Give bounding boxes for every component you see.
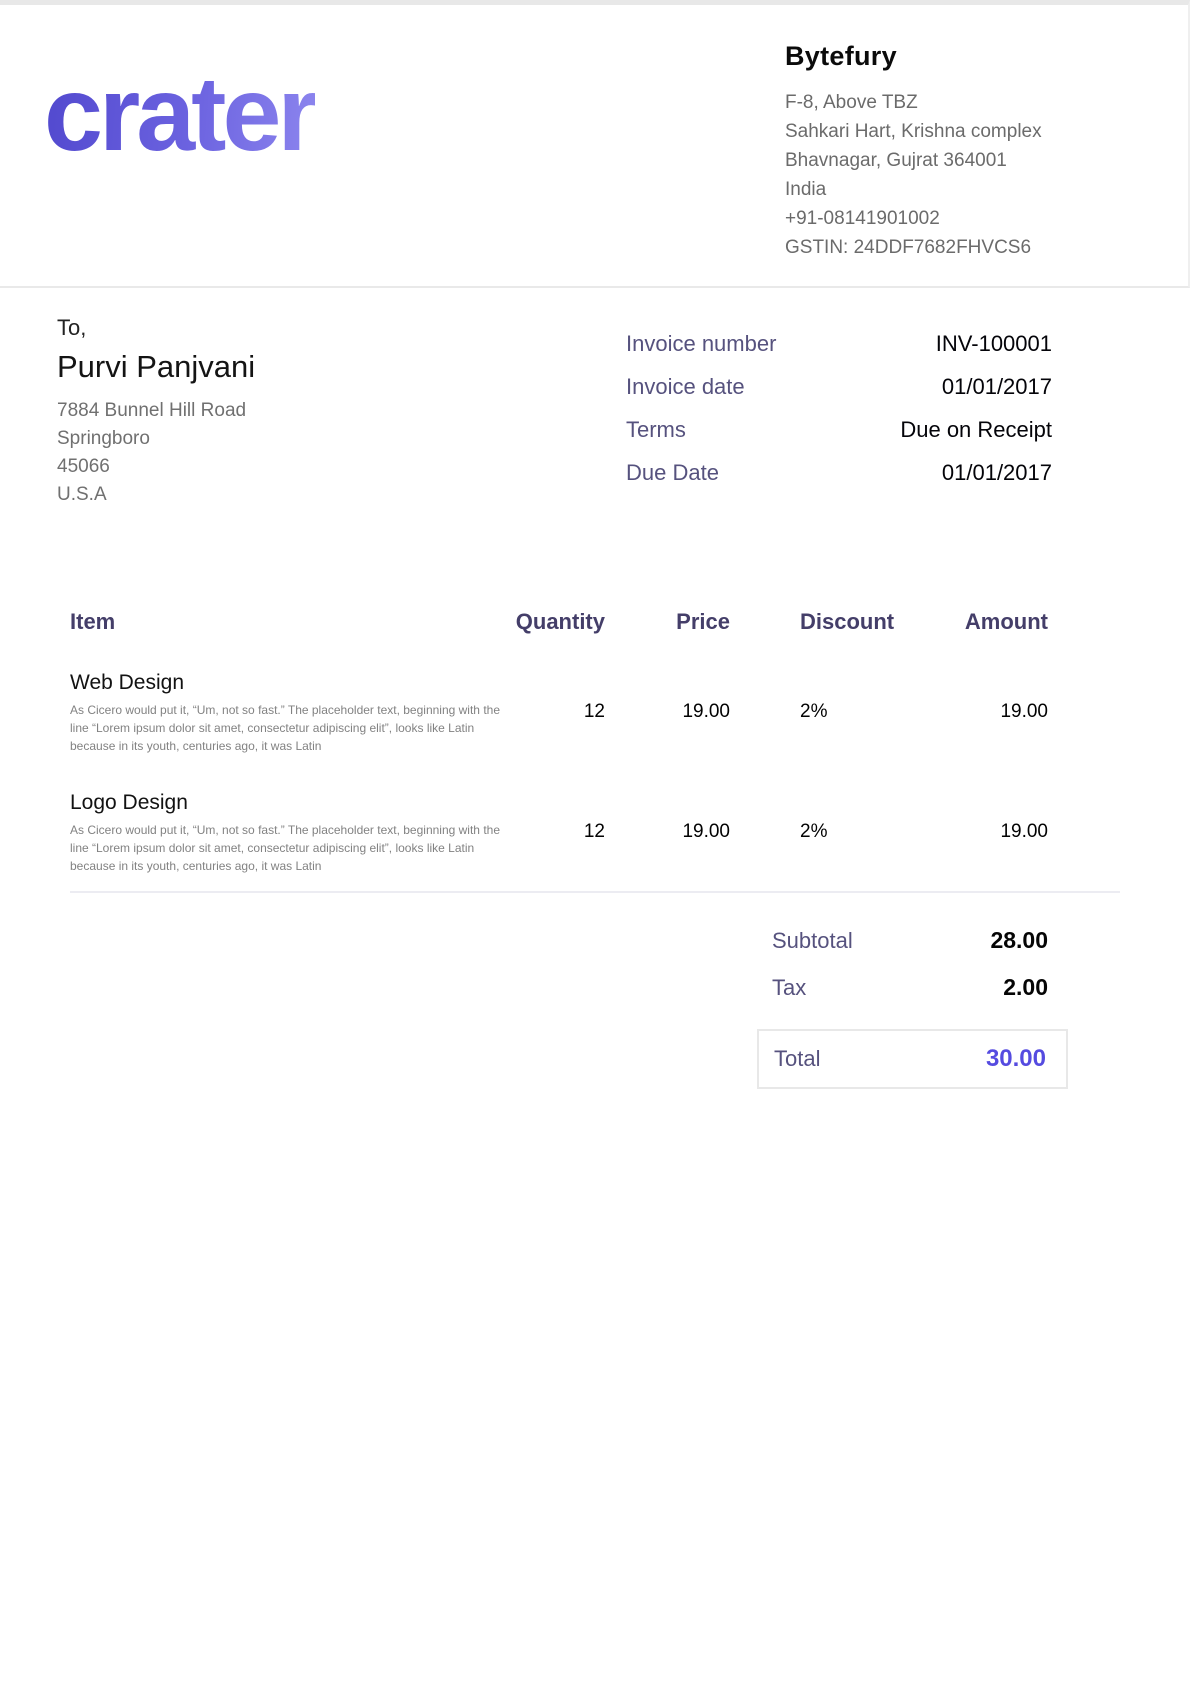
item-name: Web Design xyxy=(70,671,500,695)
company-phone: +91-08141901002 xyxy=(785,204,1125,233)
billing-section: To, Purvi Panjvani 7884 Bunnel Hill Road… xyxy=(0,288,1190,509)
item-cell: Logo Design As Cicero would put it, “Um,… xyxy=(70,791,500,875)
due-date-label: Due Date xyxy=(626,460,719,486)
terms-value: Due on Receipt xyxy=(900,417,1052,443)
invoice-header: crater Bytefury F-8, Above TBZ Sahkari H… xyxy=(0,0,1190,288)
totals-block: Subtotal 28.00 Tax 2.00 Total 30.00 xyxy=(757,927,1068,1089)
invoice-number-value: INV-100001 xyxy=(936,331,1052,357)
column-header-price: Price xyxy=(605,609,730,635)
item-discount: 2% xyxy=(730,671,888,755)
items-table: Item Quantity Price Discount Amount Web … xyxy=(70,609,1120,893)
company-address-line: Sahkari Hart, Krishna complex xyxy=(785,117,1125,146)
bill-to-address-line: 7884 Bunnel Hill Road xyxy=(57,397,255,425)
terms-label: Terms xyxy=(626,417,686,443)
crater-logo: crater xyxy=(44,61,315,167)
column-header-quantity: Quantity xyxy=(500,609,605,635)
invoice-date-value: 01/01/2017 xyxy=(942,374,1052,400)
bill-to-address-line: U.S.A xyxy=(57,481,255,509)
due-date-value: 01/01/2017 xyxy=(942,460,1052,486)
invoice-date-row: Invoice date 01/01/2017 xyxy=(626,374,1052,417)
item-price: 19.00 xyxy=(605,791,730,875)
table-row: Web Design As Cicero would put it, “Um, … xyxy=(70,671,1120,755)
bill-to-address: 7884 Bunnel Hill Road Springboro 45066 U… xyxy=(57,397,255,509)
item-discount: 2% xyxy=(730,791,888,875)
invoice-number-row: Invoice number INV-100001 xyxy=(626,331,1052,374)
tax-value: 2.00 xyxy=(1003,974,1048,1001)
company-address-line: F-8, Above TBZ xyxy=(785,88,1125,117)
item-amount: 19.00 xyxy=(888,671,1048,755)
tax-row: Tax 2.00 xyxy=(757,974,1068,1001)
items-divider xyxy=(70,891,1120,893)
item-name: Logo Design xyxy=(70,791,500,815)
subtotal-label: Subtotal xyxy=(772,928,853,954)
company-block: Bytefury F-8, Above TBZ Sahkari Hart, Kr… xyxy=(785,41,1125,262)
column-header-discount: Discount xyxy=(730,609,888,635)
bill-to-address-line: 45066 xyxy=(57,453,255,481)
bill-to-label: To, xyxy=(57,315,255,341)
item-description: As Cicero would put it, “Um, not so fast… xyxy=(70,821,520,875)
subtotal-row: Subtotal 28.00 xyxy=(757,927,1068,954)
company-address-line: India xyxy=(785,175,1125,204)
total-box: Total 30.00 xyxy=(757,1029,1068,1089)
bill-to-block: To, Purvi Panjvani 7884 Bunnel Hill Road… xyxy=(57,315,255,509)
company-address-line: Bhavnagar, Gujrat 364001 xyxy=(785,146,1125,175)
table-row: Logo Design As Cicero would put it, “Um,… xyxy=(70,791,1120,875)
item-amount: 19.00 xyxy=(888,791,1048,875)
invoice-meta: Invoice number INV-100001 Invoice date 0… xyxy=(626,315,1052,509)
item-description: As Cicero would put it, “Um, not so fast… xyxy=(70,701,520,755)
tax-label: Tax xyxy=(772,975,806,1001)
item-cell: Web Design As Cicero would put it, “Um, … xyxy=(70,671,500,755)
item-quantity: 12 xyxy=(500,791,605,875)
invoice-page: crater Bytefury F-8, Above TBZ Sahkari H… xyxy=(0,0,1190,1089)
company-name: Bytefury xyxy=(785,41,1125,72)
subtotal-value: 28.00 xyxy=(990,927,1048,954)
bill-to-address-line: Springboro xyxy=(57,425,255,453)
item-quantity: 12 xyxy=(500,671,605,755)
items-table-header: Item Quantity Price Discount Amount xyxy=(70,609,1120,635)
total-label: Total xyxy=(774,1046,820,1072)
invoice-number-label: Invoice number xyxy=(626,331,776,357)
company-gstin: GSTIN: 24DDF7682FHVCS6 xyxy=(785,233,1125,262)
invoice-date-label: Invoice date xyxy=(626,374,745,400)
due-date-row: Due Date 01/01/2017 xyxy=(626,460,1052,503)
total-value: 30.00 xyxy=(986,1045,1046,1073)
bill-to-name: Purvi Panjvani xyxy=(57,349,255,385)
item-price: 19.00 xyxy=(605,671,730,755)
terms-row: Terms Due on Receipt xyxy=(626,417,1052,460)
column-header-amount: Amount xyxy=(888,609,1048,635)
company-address: F-8, Above TBZ Sahkari Hart, Krishna com… xyxy=(785,88,1125,262)
column-header-item: Item xyxy=(70,609,500,635)
